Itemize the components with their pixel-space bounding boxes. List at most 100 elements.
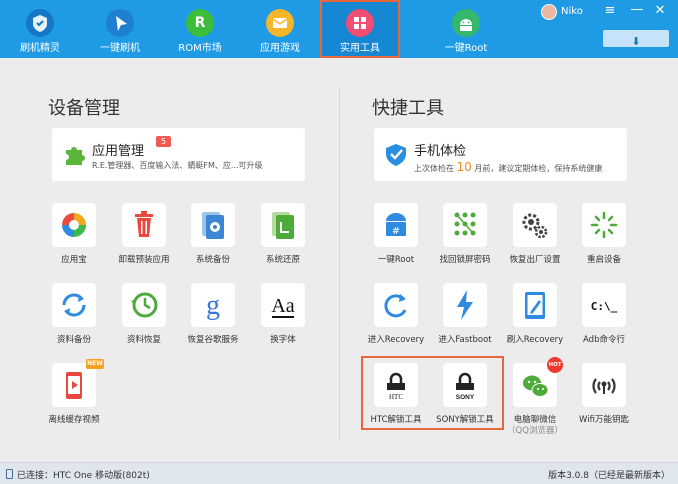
nav-one-key-root[interactable]: 一键Root <box>426 0 506 58</box>
tile-label: Wifi万能钥匙 <box>579 415 629 425</box>
nav-label: 一键刷机 <box>100 43 140 54</box>
status-bar: 已连接：HTC One 移动版(802t) 版本3.0.8（已经是最新版本） <box>0 462 678 484</box>
mail-icon <box>266 9 294 37</box>
download-icon: ⬇ <box>631 35 641 48</box>
tile-one-key-root[interactable]: # <box>374 203 418 247</box>
google-icon: g <box>206 290 220 321</box>
tile-offline-video[interactable]: NEW <box>52 359 104 407</box>
nav-apps-games[interactable]: 应用游戏 <box>240 0 320 58</box>
app-manager-card[interactable]: 应用管理 5 R.E.管理器、百度输入法、蜻蜓FM、应...可升级 <box>52 128 305 181</box>
section-divider <box>339 88 340 440</box>
system-restore-icon <box>272 212 294 239</box>
tile-enter-fastboot[interactable] <box>443 283 487 327</box>
tile-label: 重启设备 <box>586 255 621 265</box>
health-check-subtitle: 上次体检在 10 月前，建议定期体检，保持系统健康 <box>414 160 602 174</box>
tile-label: Adb命令行 <box>583 335 625 345</box>
nav-label: 应用游戏 <box>260 43 300 54</box>
svg-text:C:\_: C:\_ <box>591 300 618 313</box>
trash-icon <box>135 211 153 237</box>
tile-system-backup[interactable] <box>191 203 235 247</box>
tile-label: 离线缓存视频 <box>48 415 100 425</box>
tile-system-restore[interactable] <box>261 203 305 247</box>
phone-icon <box>6 469 13 479</box>
shield-check-icon <box>382 140 410 168</box>
user-name[interactable]: Niko <box>561 6 583 17</box>
refresh-icon <box>384 294 407 318</box>
health-check-card[interactable]: 手机体检 上次体检在 10 月前，建议定期体检，保持系统健康 <box>374 128 627 181</box>
history-icon <box>131 292 158 318</box>
nav-label: 刷机精灵 <box>20 43 60 54</box>
font-icon: Aa <box>271 295 295 318</box>
sony-lock-icon: SONY <box>456 372 475 401</box>
tile-data-backup[interactable] <box>52 283 96 327</box>
tile-pc-wechat[interactable]: HOT <box>513 357 563 407</box>
tile-uninstall-preinstalled[interactable] <box>122 203 166 247</box>
nav-label: ROM市场 <box>178 43 222 54</box>
tablet-edit-icon <box>525 292 545 319</box>
svg-text:g: g <box>206 290 220 321</box>
yingyongbao-icon <box>62 213 86 237</box>
download-button[interactable]: ⬇ <box>603 30 669 48</box>
new-badge: NEW <box>86 359 104 369</box>
health-check-days: 10 <box>456 160 472 174</box>
menu-icon[interactable]: ≡ <box>603 4 617 18</box>
nav-flash-wizard[interactable]: 刷机精灵 <box>0 0 80 58</box>
hot-badge: HOT <box>547 357 563 373</box>
gears-icon <box>522 213 548 239</box>
health-check-sub-before: 上次体检在 <box>414 164 454 173</box>
device-management-title: 设备管理 <box>48 98 120 119</box>
update-count-badge: 5 <box>156 136 171 147</box>
svg-text:SONY: SONY <box>456 394 475 401</box>
tile-reboot-device[interactable] <box>582 203 626 247</box>
loading-icon <box>590 211 618 239</box>
tile-label: 换字体 <box>270 335 296 345</box>
puzzle-icon <box>60 140 88 168</box>
tile-enter-recovery[interactable] <box>374 283 418 327</box>
version-info[interactable]: 版本3.0.8（已经是最新版本） <box>548 468 670 481</box>
tile-sublabel: （QQ浏览器） <box>507 426 563 436</box>
android-root-icon: # <box>386 213 406 237</box>
lightning-icon <box>457 290 473 320</box>
close-icon[interactable]: ✕ <box>653 4 667 18</box>
tile-label: 系统还原 <box>265 255 300 265</box>
tile-factory-reset[interactable] <box>513 203 557 247</box>
rom-icon: R <box>186 9 214 37</box>
svg-text:Aa: Aa <box>271 295 294 317</box>
grid-icon <box>346 9 374 37</box>
tile-flash-recovery[interactable] <box>513 283 557 327</box>
health-check-sub-after: 月前，建议定期体检，保持系统健康 <box>474 164 603 173</box>
wifi-key-icon <box>592 378 616 394</box>
shield-icon <box>26 9 54 37</box>
video-icon <box>66 372 82 399</box>
tile-recover-lock-password[interactable] <box>443 203 487 247</box>
terminal-icon: C:\_ <box>591 300 618 313</box>
nav-one-key-flash[interactable]: 一键刷机 <box>80 0 160 58</box>
tile-adb-command[interactable]: C:\_ <box>582 283 626 327</box>
quick-tools-title: 快捷工具 <box>372 98 444 119</box>
tile-data-restore[interactable] <box>122 283 166 327</box>
htc-lock-icon: HTC <box>387 372 405 401</box>
sync-icon <box>62 293 86 317</box>
app-manager-subtitle: R.E.管理器、百度输入法、蜻蜓FM、应...可升级 <box>92 161 263 170</box>
svg-text:HTC: HTC <box>389 393 403 401</box>
health-check-title: 手机体检 <box>414 144 467 159</box>
cursor-icon <box>106 9 134 37</box>
svg-text:#: # <box>392 226 400 237</box>
tile-wifi-key[interactable] <box>582 363 626 407</box>
top-bar: 刷机精灵 一键刷机 R ROM市场 应用游戏 实用工具 一键Root Niko … <box>0 0 678 58</box>
tile-restore-google[interactable]: g <box>191 283 235 327</box>
nav-utility-tools[interactable]: 实用工具 <box>320 0 400 58</box>
nav-label: 实用工具 <box>340 43 380 54</box>
nav-rom-market[interactable]: R ROM市场 <box>160 0 240 58</box>
tile-htc-unlock[interactable]: HTC <box>374 363 418 407</box>
pattern-lock-icon <box>454 212 476 236</box>
android-icon <box>452 9 480 37</box>
avatar[interactable] <box>541 4 557 20</box>
tile-change-font[interactable]: Aa <box>261 283 305 327</box>
system-backup-icon <box>202 212 224 239</box>
tile-yingyongbao[interactable] <box>52 203 96 247</box>
nav-label: 一键Root <box>444 43 488 54</box>
minimize-icon[interactable]: — <box>630 3 644 18</box>
app-manager-title: 应用管理 <box>92 144 145 159</box>
tile-sony-unlock[interactable]: SONY <box>443 363 487 407</box>
